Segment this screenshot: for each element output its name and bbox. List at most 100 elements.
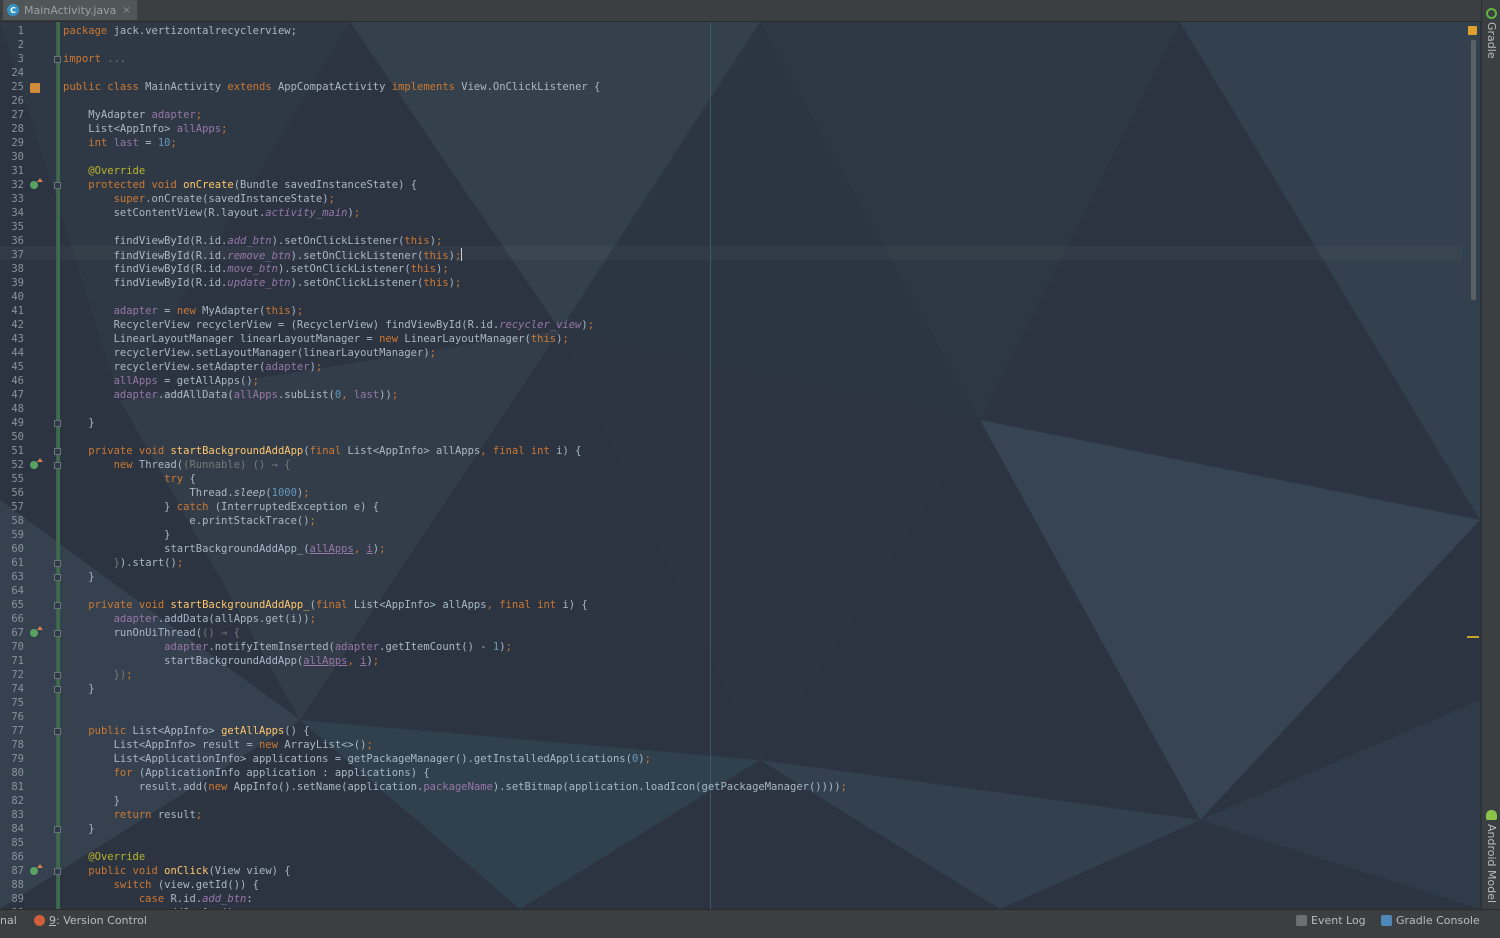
- code-line[interactable]: package jack.vertizontalrecyclerview;: [63, 24, 297, 38]
- code-line[interactable]: LinearLayoutManager linearLayoutManager …: [63, 332, 569, 346]
- fold-toggle-icon[interactable]: [54, 182, 61, 189]
- line-number[interactable]: 46: [0, 374, 24, 388]
- fold-toggle-icon[interactable]: [54, 686, 61, 693]
- code-line[interactable]: adapter.addData(allApps.get(i));: [63, 612, 316, 626]
- code-line[interactable]: return result;: [63, 808, 203, 822]
- line-number[interactable]: 36: [0, 234, 24, 248]
- close-tab-icon[interactable]: ×: [122, 5, 130, 16]
- line-number[interactable]: 25: [0, 80, 24, 94]
- code-line[interactable]: @Override: [63, 850, 145, 864]
- code-line[interactable]: recyclerView.setAdapter(adapter);: [63, 360, 323, 374]
- code-line[interactable]: }: [63, 416, 94, 430]
- line-number[interactable]: 66: [0, 612, 24, 626]
- code-line[interactable]: });: [63, 668, 133, 682]
- code-line[interactable]: findViewById(R.id.remove_btn).setOnClick…: [63, 248, 463, 263]
- line-number[interactable]: 2: [0, 38, 24, 52]
- line-number[interactable]: 63: [0, 570, 24, 584]
- line-number[interactable]: 55: [0, 472, 24, 486]
- code-line[interactable]: }).start();: [63, 556, 184, 570]
- line-number[interactable]: 78: [0, 738, 24, 752]
- line-number[interactable]: 41: [0, 304, 24, 318]
- line-number[interactable]: 56: [0, 486, 24, 500]
- override-method-icon[interactable]: [30, 458, 43, 469]
- fold-toggle-icon[interactable]: [54, 560, 61, 567]
- line-number[interactable]: 71: [0, 654, 24, 668]
- code-line[interactable]: }: [63, 822, 94, 836]
- line-number[interactable]: 27: [0, 108, 24, 122]
- code-line[interactable]: } catch (InterruptedException e) {: [63, 500, 379, 514]
- code-line[interactable]: super.onCreate(savedInstanceState);: [63, 192, 335, 206]
- line-number[interactable]: 45: [0, 360, 24, 374]
- line-number[interactable]: 85: [0, 836, 24, 850]
- code-line[interactable]: public List<AppInfo> getAllApps() {: [63, 724, 309, 738]
- scrollbar-thumb[interactable]: [1471, 40, 1476, 300]
- android-icon[interactable]: [1486, 810, 1497, 820]
- line-number[interactable]: 81: [0, 780, 24, 794]
- fold-toggle-icon[interactable]: [54, 672, 61, 679]
- code-line[interactable]: startBackgroundAddApp_(allApps, i);: [63, 542, 385, 556]
- line-number[interactable]: 24: [0, 66, 24, 80]
- code-line[interactable]: }: [63, 570, 94, 584]
- line-number[interactable]: 26: [0, 94, 24, 108]
- line-number[interactable]: 3: [0, 52, 24, 66]
- gradle-icon[interactable]: [1486, 8, 1497, 19]
- event-log-tool-button[interactable]: Event Log: [1296, 914, 1366, 927]
- line-number[interactable]: 57: [0, 500, 24, 514]
- code-line[interactable]: RecyclerView recyclerView = (RecyclerVie…: [63, 318, 594, 332]
- line-number[interactable]: 37: [0, 248, 24, 262]
- code-line[interactable]: public void onClick(View view) {: [63, 864, 290, 878]
- line-number[interactable]: 49: [0, 416, 24, 430]
- line-number[interactable]: 59: [0, 528, 24, 542]
- fold-toggle-icon[interactable]: [54, 56, 61, 63]
- code-line[interactable]: try {: [63, 472, 196, 486]
- line-number[interactable]: 31: [0, 164, 24, 178]
- line-number[interactable]: 75: [0, 696, 24, 710]
- code-line[interactable]: adapter = new MyAdapter(this);: [63, 304, 304, 318]
- fold-toggle-icon[interactable]: [54, 602, 61, 609]
- code-line[interactable]: setContentView(R.layout.activity_main);: [63, 206, 361, 220]
- code-line[interactable]: public class MainActivity extends AppCom…: [63, 80, 600, 94]
- line-number[interactable]: 40: [0, 290, 24, 304]
- tab-mainactivity[interactable]: C MainActivity.java ×: [3, 0, 137, 20]
- line-number[interactable]: 77: [0, 724, 24, 738]
- line-number[interactable]: 67: [0, 626, 24, 640]
- implemented-class-icon[interactable]: [30, 83, 40, 93]
- code-line[interactable]: switch (view.getId()) {: [63, 878, 259, 892]
- override-method-icon[interactable]: [30, 626, 43, 637]
- fold-toggle-icon[interactable]: [54, 462, 61, 469]
- line-number[interactable]: 89: [0, 892, 24, 906]
- line-number[interactable]: 83: [0, 808, 24, 822]
- line-number[interactable]: 82: [0, 794, 24, 808]
- line-number[interactable]: 84: [0, 822, 24, 836]
- line-number[interactable]: 65: [0, 598, 24, 612]
- line-number[interactable]: 76: [0, 710, 24, 724]
- line-number[interactable]: 35: [0, 220, 24, 234]
- code-line[interactable]: List<ApplicationInfo> applications = get…: [63, 752, 651, 766]
- line-number[interactable]: 44: [0, 346, 24, 360]
- line-number[interactable]: 33: [0, 192, 24, 206]
- line-number[interactable]: 88: [0, 878, 24, 892]
- gradle-console-tool-button[interactable]: Gradle Console: [1381, 914, 1480, 927]
- code-line[interactable]: startBackgroundAddApp(allApps, i);: [63, 654, 379, 668]
- warning-stripe-marker[interactable]: [1467, 636, 1479, 638]
- gradle-tool-button[interactable]: Gradle: [1485, 22, 1498, 59]
- code-line[interactable]: private void startBackgroundAddApp(final…: [63, 444, 581, 458]
- code-line[interactable]: protected void onCreate(Bundle savedInst…: [63, 178, 417, 192]
- override-method-icon[interactable]: [30, 178, 43, 189]
- line-number[interactable]: 52: [0, 458, 24, 472]
- code-line[interactable]: e.printStackTrace();: [63, 514, 315, 528]
- android-model-tool-button[interactable]: Android Model: [1485, 824, 1498, 903]
- code-line[interactable]: allApps = getAllApps();: [63, 374, 259, 388]
- line-number[interactable]: 28: [0, 122, 24, 136]
- line-number[interactable]: 48: [0, 402, 24, 416]
- code-line[interactable]: adapter.notifyItemInserted(adapter.getIt…: [63, 640, 512, 654]
- code-line[interactable]: for (ApplicationInfo application : appli…: [63, 766, 430, 780]
- code-line[interactable]: findViewById(R.id.move_btn).setOnClickLi…: [63, 262, 449, 276]
- code-line[interactable]: List<AppInfo> allApps;: [63, 122, 227, 136]
- fold-toggle-icon[interactable]: [54, 868, 61, 875]
- line-number[interactable]: 86: [0, 850, 24, 864]
- code-line[interactable]: Thread.sleep(1000);: [63, 486, 309, 500]
- code-line[interactable]: MyAdapter adapter;: [63, 108, 202, 122]
- code-line[interactable]: private void startBackgroundAddApp_(fina…: [63, 598, 587, 612]
- line-number[interactable]: 79: [0, 752, 24, 766]
